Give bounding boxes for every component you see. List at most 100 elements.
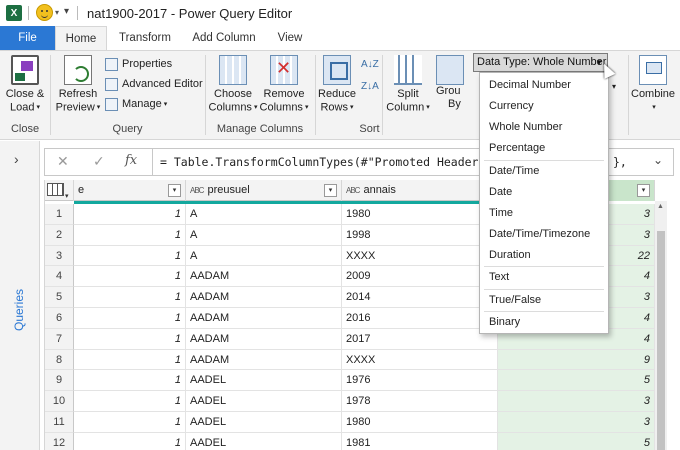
row-number[interactable]: 11 [45, 412, 74, 433]
cell-value[interactable]: AADAM [186, 328, 342, 350]
cell-value[interactable]: 5 [498, 432, 655, 450]
row-number[interactable]: 12 [45, 432, 74, 450]
split-column-button[interactable]: Split Column ▾ [386, 55, 430, 114]
table-row[interactable]: 11 1 AADEL 1980 3 [45, 412, 655, 433]
filter-dropdown-icon[interactable]: ▾ [168, 184, 181, 197]
cell-value[interactable]: 2009 [342, 266, 498, 288]
row-number[interactable]: 8 [45, 349, 74, 371]
formula-commit-icon[interactable]: ✓ [93, 153, 105, 170]
menu-item-date[interactable]: Date [480, 182, 608, 203]
tab-transform[interactable]: Transform [112, 26, 178, 50]
cell-value[interactable]: 1976 [342, 370, 498, 392]
combine-button[interactable]: Combine ▾ [631, 55, 675, 114]
menu-item-text[interactable]: Text [480, 267, 608, 288]
menu-item-decimal-number[interactable]: Decimal Number [480, 75, 608, 96]
row-number[interactable]: 6 [45, 308, 74, 329]
menu-item-currency[interactable]: Currency [480, 96, 608, 117]
cell-value[interactable]: XXXX [342, 349, 498, 371]
cell-value[interactable]: 1 [74, 328, 186, 350]
table-row[interactable]: 10 1 AADEL 1978 3 [45, 391, 655, 412]
remove-columns-button[interactable]: Remove Columns▾ [258, 55, 310, 114]
cell-value[interactable]: AADAM [186, 349, 342, 371]
filter-dropdown-icon[interactable]: ▾ [637, 184, 650, 197]
choose-columns-button[interactable]: Choose Columns ▾ [208, 55, 258, 114]
cell-value[interactable]: AADAM [186, 266, 342, 288]
cell-value[interactable]: 1981 [342, 432, 498, 450]
quick-access-customize-icon[interactable]: ▾ [64, 6, 69, 17]
chevron-down-icon[interactable]: ▾ [612, 77, 616, 95]
menu-item-date-time[interactable]: Date/Time [480, 161, 608, 182]
cell-value[interactable]: 3 [498, 391, 655, 412]
column-header[interactable]: e ▾ [74, 180, 186, 201]
tab-add-column[interactable]: Add Column [183, 26, 265, 50]
cell-value[interactable]: 1 [74, 224, 186, 246]
cell-value[interactable]: 1978 [342, 391, 498, 412]
cell-value[interactable]: 1 [74, 391, 186, 412]
cell-value[interactable]: 1 [74, 204, 186, 225]
cell-value[interactable]: 1 [74, 432, 186, 450]
table-row[interactable]: 9 1 AADEL 1976 5 [45, 370, 655, 392]
tab-view[interactable]: View [270, 26, 310, 50]
properties-button[interactable]: Properties [105, 55, 172, 73]
cell-value[interactable]: 1 [74, 412, 186, 433]
cell-value[interactable]: 1980 [342, 412, 498, 433]
column-header[interactable]: ABC preusuel ▾ [186, 180, 342, 201]
expand-queries-icon[interactable]: › [14, 151, 19, 167]
cell-value[interactable]: A [186, 224, 342, 246]
filter-dropdown-icon[interactable]: ▾ [324, 184, 337, 197]
cell-value[interactable]: AADEL [186, 370, 342, 392]
manage-button[interactable]: Manage ▾ [105, 95, 167, 113]
menu-item-percentage[interactable]: Percentage [480, 138, 608, 159]
cell-value[interactable]: AADAM [186, 308, 342, 329]
vertical-scrollbar[interactable]: ▲ [655, 201, 667, 450]
menu-item-date-time-timezone[interactable]: Date/Time/Timezone [480, 224, 608, 245]
cell-value[interactable]: XXXX [342, 245, 498, 267]
cell-value[interactable]: 2016 [342, 308, 498, 329]
row-number[interactable]: 2 [45, 224, 74, 246]
text-type-icon[interactable]: ABC [190, 186, 204, 195]
row-number[interactable]: 7 [45, 328, 74, 350]
excel-icon[interactable]: X [6, 5, 22, 21]
cell-value[interactable]: AADEL [186, 412, 342, 433]
tab-file[interactable]: File [0, 26, 55, 50]
cell-value[interactable]: 5 [498, 370, 655, 392]
cell-value[interactable]: 1980 [342, 204, 498, 225]
tab-home[interactable]: Home [55, 26, 107, 50]
cell-value[interactable]: A [186, 204, 342, 225]
cell-value[interactable]: 9 [498, 349, 655, 371]
cell-value[interactable]: 1 [74, 287, 186, 308]
cell-value[interactable]: 1 [74, 349, 186, 371]
cell-value[interactable]: A [186, 245, 342, 267]
queries-pane-label[interactable]: Queries [12, 281, 26, 331]
formula-cancel-icon[interactable]: ✕ [57, 153, 69, 170]
menu-item-duration[interactable]: Duration [480, 245, 608, 266]
scrollbar-thumb[interactable] [657, 231, 665, 450]
cell-value[interactable]: 1 [74, 266, 186, 288]
data-type-dropdown[interactable]: Data Type: Whole Number ▼ [473, 53, 608, 72]
cell-value[interactable]: 2014 [342, 287, 498, 308]
menu-item-whole-number[interactable]: Whole Number [480, 117, 608, 138]
row-number[interactable]: 9 [45, 370, 74, 392]
formula-expand-icon[interactable]: ⌄ [653, 153, 663, 167]
cell-value[interactable]: AADEL [186, 391, 342, 412]
close-and-load-button[interactable]: Close & Load ▾ [3, 55, 47, 114]
cell-value[interactable]: 1 [74, 370, 186, 392]
row-number[interactable]: 10 [45, 391, 74, 412]
smiley-dropdown-icon[interactable]: ▾ [55, 8, 59, 17]
group-by-button[interactable]: Grou By [436, 55, 464, 111]
reduce-rows-button[interactable]: Reduce Rows ▾ [317, 55, 357, 114]
sort-ascending-button[interactable]: A↓Z [361, 55, 379, 73]
cell-value[interactable]: 3 [498, 412, 655, 433]
text-type-icon[interactable]: ABC [346, 186, 360, 195]
sort-descending-button[interactable]: Z↓A [361, 77, 379, 95]
fx-icon[interactable]: fx [125, 153, 137, 168]
column-header[interactable]: ABCannais ▾ [342, 180, 498, 201]
menu-item-binary[interactable]: Binary [480, 312, 608, 333]
row-number[interactable]: 4 [45, 266, 74, 288]
cell-value[interactable]: 2017 [342, 328, 498, 350]
refresh-preview-button[interactable]: Refresh Preview ▾ [53, 55, 103, 114]
cell-value[interactable]: 1 [74, 308, 186, 329]
table-row[interactable]: 12 1 AADEL 1981 5 [45, 432, 655, 450]
menu-item-time[interactable]: Time [480, 203, 608, 224]
grid-corner[interactable]: ▾ [45, 180, 74, 201]
